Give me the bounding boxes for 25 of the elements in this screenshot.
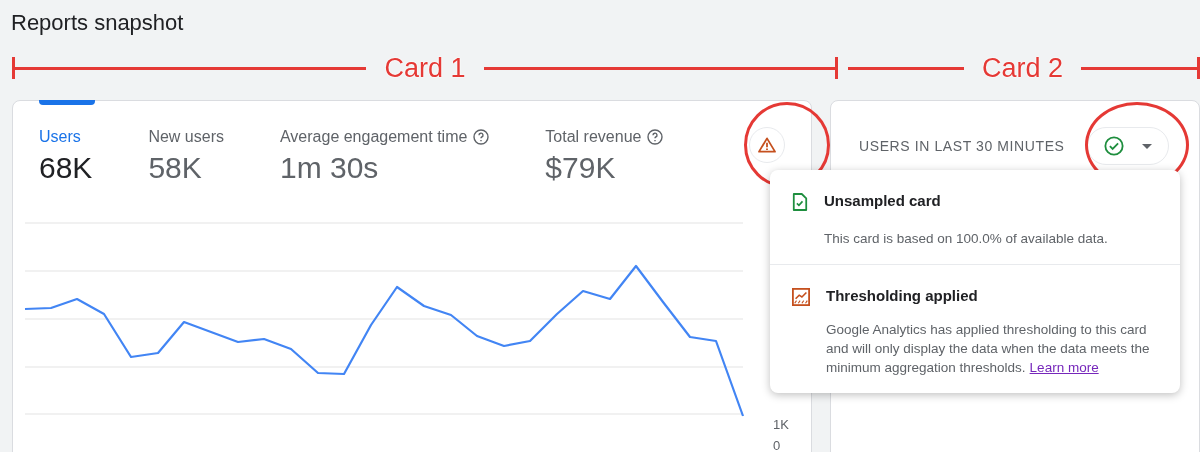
caret-icon [1142, 143, 1152, 149]
metric-tab[interactable]: New users 58K [148, 127, 224, 185]
axis-label: 0 [773, 438, 782, 452]
popup-item-text: This card is based on 100.0% of available data. [824, 230, 1108, 248]
learn-more-link[interactable]: Learn more [1029, 360, 1099, 375]
metric-tab[interactable]: Total revenue $79K [545, 127, 664, 185]
help-icon[interactable] [473, 129, 490, 145]
help-icon[interactable] [647, 129, 664, 145]
card-title: USERS IN LAST 30 MINUTES [859, 138, 1065, 154]
annotation-label: Card 2 [981, 52, 1065, 84]
axis-label: 1K [773, 417, 789, 432]
warning-icon [758, 137, 776, 153]
metric-tab[interactable]: Average engagement time 1m 30s [279, 127, 490, 185]
popup-item-title: Thresholding applied [826, 287, 979, 304]
status-dropdown[interactable] [1087, 127, 1169, 165]
check-circle-icon [1104, 136, 1124, 156]
chart-icon [792, 288, 810, 306]
metric-tab[interactable]: Users 68K [39, 127, 93, 185]
selected-tab-indicator [39, 100, 95, 105]
warning-button[interactable] [749, 127, 785, 163]
popup-item-title: Unsampled card [824, 192, 942, 209]
document-check-icon [792, 193, 808, 211]
annotation-label: Card 1 [383, 52, 467, 84]
popup-item-text: Google Analytics has applied thresholding to this card and will only display the data when the data meets the minimum aggregation thresholds. Learn more [826, 321, 1151, 377]
page-title: Reports snapshot [10, 9, 185, 36]
